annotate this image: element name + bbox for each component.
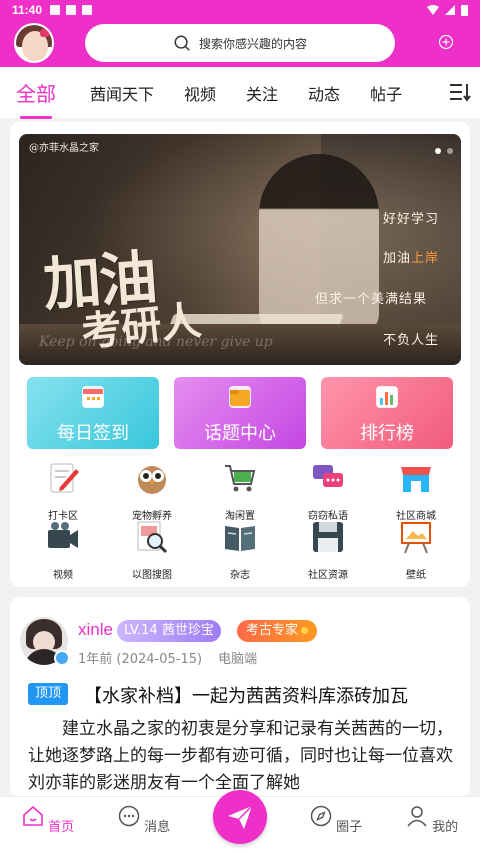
battery-icon <box>461 5 468 16</box>
image-notification-icon <box>50 5 61 15</box>
nav-circles[interactable]: 圈子 <box>306 805 366 835</box>
easel-icon <box>401 522 431 554</box>
owl-icon <box>138 466 166 494</box>
grid-label-magazine: 杂志 <box>230 570 250 581</box>
topic-center-button[interactable]: 话题中心 <box>174 377 306 449</box>
topic-center-label: 话题中心 <box>204 423 276 444</box>
nav-profile[interactable]: 我的 <box>402 805 462 835</box>
tab-feed[interactable]: 动态 <box>308 81 340 105</box>
leaderboard-label: 排行榜 <box>360 423 414 444</box>
bar-chart-icon <box>376 386 398 408</box>
carousel-dot[interactable] <box>447 148 453 154</box>
grid-label-image-search: 以图搜图 <box>132 570 172 581</box>
app-notification-icon <box>82 5 93 15</box>
badge-dot-icon <box>301 627 309 634</box>
status-time: 11:40 <box>12 3 43 17</box>
notification-icons <box>50 5 93 15</box>
banner-carousel[interactable]: @亦菲水晶之家 加油 考研人 好好学习 加油上岸 但求一个美满结果 不负人生 K… <box>19 134 461 365</box>
banner-photo <box>259 154 379 334</box>
nav-messages[interactable]: 消息 <box>114 805 174 835</box>
post-body[interactable]: 建立水晶之家的初衷是分享和记录有关茜茜的一切，让她逐梦路上的每一步都有迹可循，同… <box>28 716 454 794</box>
grid-item-wallpaper[interactable]: 壁纸 <box>376 520 456 581</box>
image-search-icon <box>137 521 168 554</box>
system-icons <box>427 4 468 16</box>
post-device: 电脑端 <box>218 652 258 667</box>
status-bar: 11:40 <box>0 0 480 20</box>
chat-icon <box>313 465 343 487</box>
grid-item-magazine[interactable]: 杂志 <box>200 520 280 581</box>
banner-quote-1: 好好学习 <box>383 212 440 227</box>
publish-button[interactable] <box>213 790 267 844</box>
grid-item-whisper[interactable]: 窃窃私语 <box>288 461 368 522</box>
message-icon <box>118 805 140 827</box>
tab-menu-icon[interactable] <box>448 81 472 103</box>
folder-icon <box>229 386 251 408</box>
carousel-dot-active[interactable] <box>435 148 441 154</box>
user-level-badge: LV.14 茜世珍宝 <box>117 620 221 642</box>
nav-circles-label: 圈子 <box>336 820 363 835</box>
grid-item-resources[interactable]: 社区资源 <box>288 520 368 581</box>
banner-quote-2: 加油上岸 <box>383 251 440 266</box>
grid-item-secondhand[interactable]: 淘闲置 <box>200 461 280 522</box>
grid-item-checkin[interactable]: 打卡区 <box>23 461 103 522</box>
nav-profile-label: 我的 <box>432 820 459 835</box>
cart-icon <box>225 465 256 492</box>
paper-plane-icon <box>228 805 253 829</box>
floppy-icon <box>313 522 343 552</box>
post-meta: 1年前 (2024-05-15) 电脑端 <box>78 648 257 667</box>
nav-home[interactable]: 首页 <box>18 805 78 835</box>
expert-badge: 考古专家 <box>237 620 318 642</box>
nav-messages-label: 消息 <box>144 820 171 835</box>
leaderboard-button[interactable]: 排行榜 <box>321 377 453 449</box>
add-icon[interactable] <box>438 34 454 50</box>
top-header: 11:40 搜索你感兴趣的内容 <box>0 0 480 67</box>
search-bar[interactable]: 搜索你感兴趣的内容 <box>85 24 395 62</box>
tab-follow[interactable]: 关注 <box>246 81 278 105</box>
daily-checkin-button[interactable]: 每日签到 <box>27 377 159 449</box>
magazine-icon <box>225 526 255 551</box>
banner-quote-4: 不负人生 <box>383 333 440 348</box>
signal-icon <box>445 5 455 15</box>
verified-badge-icon <box>54 650 70 666</box>
wifi-icon <box>427 5 439 15</box>
user-avatar[interactable] <box>14 23 54 63</box>
search-placeholder: 搜索你感兴趣的内容 <box>198 36 307 51</box>
post-author-name[interactable]: xinle <box>78 620 113 640</box>
grid-item-shop[interactable]: 社区商城 <box>376 461 456 522</box>
banner-quote-3: 但求一个美满结果 <box>315 292 428 307</box>
post-time: 1年前 (2024-05-15) <box>78 652 203 667</box>
tab-posts[interactable]: 帖子 <box>370 81 402 105</box>
daily-checkin-label: 每日签到 <box>57 423 129 444</box>
home-icon <box>23 805 43 826</box>
banner-watermark: @亦菲水晶之家 <box>29 143 99 154</box>
grid-item-video[interactable]: 视频 <box>23 520 103 581</box>
compass-icon <box>310 805 332 827</box>
tab-video[interactable]: 视频 <box>184 81 216 105</box>
user-icon <box>407 806 427 827</box>
download-notification-icon <box>66 5 77 15</box>
search-icon <box>174 35 190 51</box>
pinned-tag: 顶顶 <box>28 683 69 705</box>
banner-script: Keep on going and never give up <box>39 334 273 350</box>
post-title[interactable]: 【水家补档】一起为茜茜资料库添砖加瓦 <box>84 682 408 708</box>
grid-label-wallpaper: 壁纸 <box>406 570 426 581</box>
category-tabs: 全部 茜闻天下 视频 关注 动态 帖子 <box>0 67 480 119</box>
calendar-icon <box>82 386 104 408</box>
checkin-icon <box>50 463 79 493</box>
grid-item-image-search[interactable]: 以图搜图 <box>112 520 192 581</box>
camera-icon <box>48 522 78 548</box>
nav-home-label: 首页 <box>48 820 75 835</box>
shop-icon <box>401 467 431 492</box>
grid-label-resources: 社区资源 <box>308 570 348 581</box>
tab-all[interactable]: 全部 <box>16 78 56 119</box>
grid-label-video: 视频 <box>53 570 73 581</box>
tab-news[interactable]: 茜闻天下 <box>90 81 154 105</box>
grid-item-pet[interactable]: 宠物孵养 <box>112 461 192 522</box>
